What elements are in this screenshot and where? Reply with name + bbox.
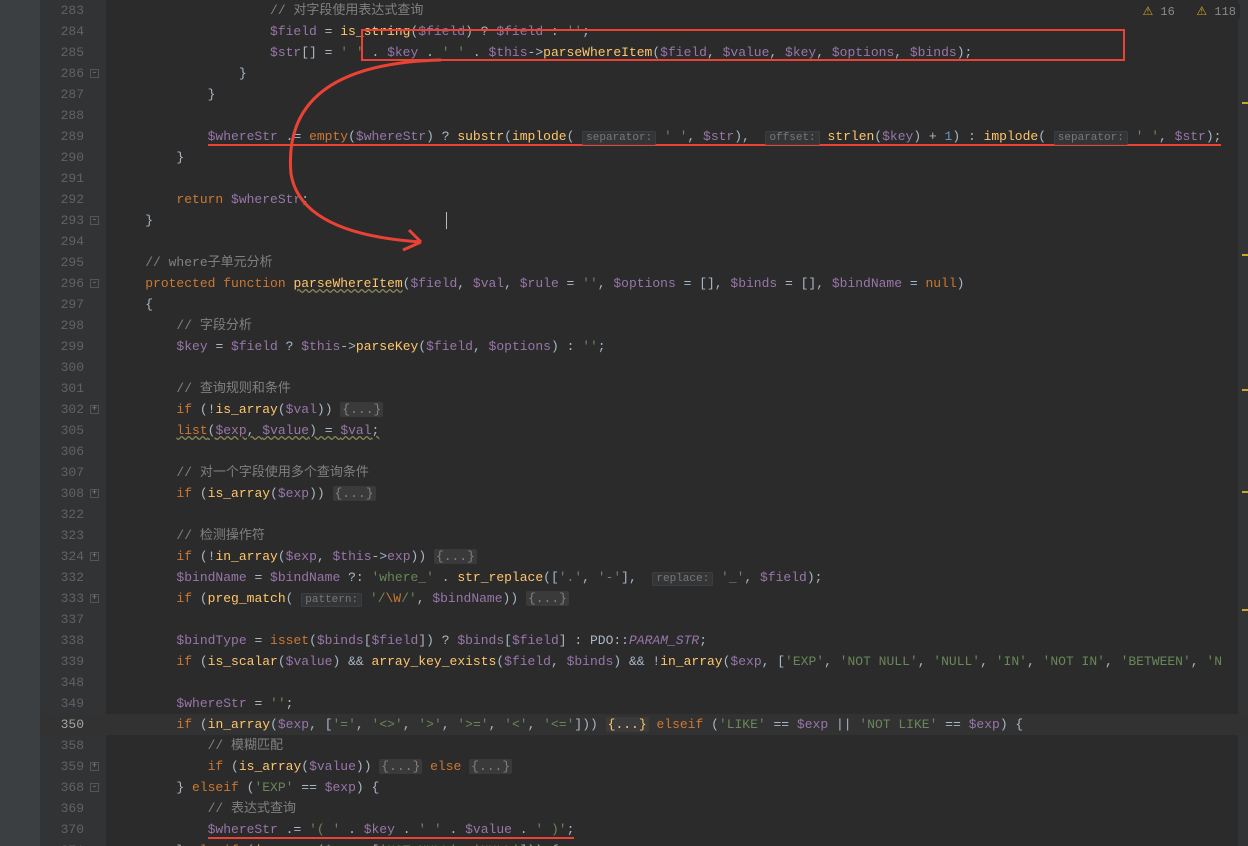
- gutter-line[interactable]: 294: [41, 231, 106, 252]
- code-line[interactable]: [106, 672, 1248, 693]
- code-line[interactable]: }: [106, 63, 1248, 84]
- gutter-line[interactable]: 289: [41, 126, 106, 147]
- gutter-line[interactable]: 285: [41, 42, 106, 63]
- gutter-line[interactable]: 305: [41, 420, 106, 441]
- code-line[interactable]: [106, 105, 1248, 126]
- gutter-line[interactable]: 371: [41, 840, 106, 846]
- code-line[interactable]: if (in_array($exp, ['=', '<>', '>', '>='…: [106, 714, 1248, 735]
- warning-count: 16: [1160, 5, 1174, 19]
- gutter-line[interactable]: 299: [41, 336, 106, 357]
- code-line[interactable]: $field = is_string($field) ? $field : ''…: [106, 21, 1248, 42]
- code-line[interactable]: [106, 504, 1248, 525]
- code-line[interactable]: [106, 168, 1248, 189]
- code-line[interactable]: $bindName = $bindName ?: 'where_' . str_…: [106, 567, 1248, 588]
- code-line[interactable]: if (is_scalar($value) && array_key_exist…: [106, 651, 1248, 672]
- code-line[interactable]: if (is_array($value)) {...} else {...}: [106, 756, 1248, 777]
- code-line[interactable]: return $whereStr;: [106, 189, 1248, 210]
- gutter-line[interactable]: 291: [41, 168, 106, 189]
- gutter-line[interactable]: 290: [41, 147, 106, 168]
- gutter-line[interactable]: 297: [41, 294, 106, 315]
- gutter-line[interactable]: 286: [41, 63, 106, 84]
- code-line[interactable]: list($exp, $value) = $val;: [106, 420, 1248, 441]
- code-line[interactable]: // 字段分析: [106, 315, 1248, 336]
- code-line[interactable]: $whereStr .= empty($whereStr) ? substr(i…: [106, 126, 1248, 147]
- gutter-line[interactable]: 339: [41, 651, 106, 672]
- warning-icon: ⚠: [1196, 5, 1207, 19]
- gutter-line[interactable]: 292: [41, 189, 106, 210]
- gutter-line[interactable]: 298: [41, 315, 106, 336]
- gutter-line[interactable]: 307: [41, 462, 106, 483]
- gutter-line[interactable]: 284: [41, 21, 106, 42]
- gutter-line[interactable]: 288: [41, 105, 106, 126]
- code-line[interactable]: if (preg_match( pattern: '/\W/', $bindNa…: [106, 588, 1248, 609]
- gutter-line[interactable]: 283: [41, 0, 106, 21]
- gutter-line[interactable]: 324: [41, 546, 106, 567]
- gutter-line[interactable]: 359: [41, 756, 106, 777]
- error-count: 118: [1214, 5, 1236, 19]
- code-line[interactable]: {: [106, 294, 1248, 315]
- gutter[interactable]: 2832842852862872882892902912922932942952…: [41, 0, 106, 846]
- code-line[interactable]: [106, 357, 1248, 378]
- gutter-line[interactable]: 370: [41, 819, 106, 840]
- code-line[interactable]: }: [106, 147, 1248, 168]
- gutter-line[interactable]: 337: [41, 609, 106, 630]
- gutter-line[interactable]: 306: [41, 441, 106, 462]
- gutter-line[interactable]: 293: [41, 210, 106, 231]
- gutter-line[interactable]: 295: [41, 252, 106, 273]
- code-line[interactable]: } elseif ('EXP' == $exp) {: [106, 777, 1248, 798]
- code-line[interactable]: $key = $field ? $this->parseKey($field, …: [106, 336, 1248, 357]
- gutter-line[interactable]: 301: [41, 378, 106, 399]
- gutter-line[interactable]: 358: [41, 735, 106, 756]
- code-line[interactable]: }: [106, 210, 1248, 231]
- gutter-line[interactable]: 349: [41, 693, 106, 714]
- code-line[interactable]: $whereStr = '';: [106, 693, 1248, 714]
- gutter-line[interactable]: 296: [41, 273, 106, 294]
- code-line[interactable]: [106, 441, 1248, 462]
- code-line[interactable]: // 检测操作符: [106, 525, 1248, 546]
- gutter-line[interactable]: 332: [41, 567, 106, 588]
- code-panel[interactable]: ⚠ 16 ⚠ 118 // 对字段使用表达式查询 $field = is_str…: [106, 0, 1248, 846]
- code-line[interactable]: // 对一个字段使用多个查询条件: [106, 462, 1248, 483]
- code-line[interactable]: } elseif (in_array($exp, ['NOT NULL', 'N…: [106, 840, 1248, 846]
- code-editor[interactable]: 2832842852862872882892902912922932942952…: [0, 0, 1248, 846]
- gutter-line[interactable]: 368: [41, 777, 106, 798]
- gutter-line[interactable]: 300: [41, 357, 106, 378]
- gutter-line[interactable]: 369: [41, 798, 106, 819]
- code-line[interactable]: [106, 231, 1248, 252]
- gutter-line[interactable]: 323: [41, 525, 106, 546]
- gutter-line[interactable]: 338: [41, 630, 106, 651]
- warning-icon: ⚠: [1142, 5, 1153, 19]
- code-line[interactable]: // 表达式查询: [106, 798, 1248, 819]
- gutter-line[interactable]: 348: [41, 672, 106, 693]
- code-line[interactable]: // where子单元分析: [106, 252, 1248, 273]
- code-line[interactable]: $str[] = ' ' . $key . ' ' . $this->parse…: [106, 42, 1248, 63]
- code-line[interactable]: protected function parseWhereItem($field…: [106, 273, 1248, 294]
- gutter-line[interactable]: 287: [41, 84, 106, 105]
- code-line[interactable]: if (!is_array($val)) {...}: [106, 399, 1248, 420]
- gutter-line[interactable]: 302: [41, 399, 106, 420]
- project-stripe: [0, 0, 41, 846]
- code-line[interactable]: // 模糊匹配: [106, 735, 1248, 756]
- text-caret: [446, 212, 447, 229]
- code-line[interactable]: if (is_array($exp)) {...}: [106, 483, 1248, 504]
- gutter-line[interactable]: 308: [41, 483, 106, 504]
- inspection-summary[interactable]: ⚠ 16 ⚠ 118: [1138, 4, 1240, 19]
- gutter-line[interactable]: 322: [41, 504, 106, 525]
- code-line[interactable]: // 对字段使用表达式查询: [106, 0, 1248, 21]
- code-line[interactable]: // 查询规则和条件: [106, 378, 1248, 399]
- gutter-line[interactable]: 350: [41, 714, 106, 735]
- code-line[interactable]: [106, 609, 1248, 630]
- code-line[interactable]: if (!in_array($exp, $this->exp)) {...}: [106, 546, 1248, 567]
- code-line[interactable]: $whereStr .= '( ' . $key . ' ' . $value …: [106, 819, 1248, 840]
- code-line[interactable]: $bindType = isset($binds[$field]) ? $bin…: [106, 630, 1248, 651]
- code-line[interactable]: }: [106, 84, 1248, 105]
- gutter-line[interactable]: 333: [41, 588, 106, 609]
